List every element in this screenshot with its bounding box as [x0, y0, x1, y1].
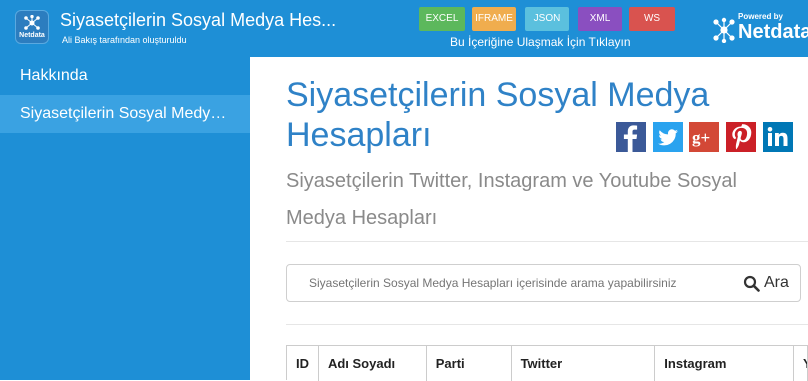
- netdata-brand: Netdata: [738, 21, 808, 43]
- svg-text:g+: g+: [692, 128, 710, 147]
- top-bar: Netdata Siyasetçilerin Sosyal Medya Hes.…: [0, 0, 808, 57]
- search-box: Ara: [286, 264, 801, 302]
- export-json-button[interactable]: JSON: [525, 7, 569, 31]
- pinterest-icon[interactable]: [726, 122, 756, 152]
- data-table-header: ID Adı Soyadı Parti Twitter Instagram Y: [286, 345, 808, 381]
- search-input[interactable]: [309, 265, 729, 301]
- twitter-icon[interactable]: [653, 122, 683, 152]
- export-excel-button[interactable]: EXCEL: [419, 7, 465, 31]
- page-subtitle: Siyasetçilerin Twitter, Instagram ve You…: [286, 170, 737, 229]
- search-button-label: Ara: [764, 274, 789, 291]
- search-icon: [743, 275, 760, 292]
- column-header-party[interactable]: Parti: [427, 346, 512, 381]
- export-ws-button[interactable]: WS: [629, 7, 675, 31]
- network-icon: [24, 15, 40, 30]
- linkedin-icon[interactable]: [763, 122, 793, 152]
- netdata-brand-icon: [713, 17, 735, 43]
- app-title[interactable]: Siyasetçilerin Sosyal Medya Hes...: [60, 10, 336, 31]
- page-title: Siyasetçilerin Sosyal Medya Hesapları: [286, 76, 710, 154]
- sidebar-item-social-accounts[interactable]: Siyasetçilerin Sosyal Medya Hesapları: [0, 95, 250, 133]
- facebook-icon[interactable]: [616, 122, 646, 152]
- export-note-link[interactable]: Bu İçeriğine Ulaşmak İçin Tıklayın: [450, 35, 631, 49]
- export-xml-button[interactable]: XML: [578, 7, 622, 31]
- column-header-twitter[interactable]: Twitter: [512, 346, 656, 381]
- column-header-instagram[interactable]: Instagram: [655, 346, 794, 381]
- logo-label: Netdata: [19, 32, 45, 39]
- divider: [286, 241, 808, 242]
- search-button[interactable]: Ara: [743, 271, 789, 295]
- app-author: Ali Bakış tarafından oluşturuldu: [62, 35, 187, 45]
- divider: [286, 324, 808, 325]
- powered-by-label: Powered by: [738, 12, 783, 21]
- google-plus-icon[interactable]: g+: [689, 122, 719, 152]
- sidebar-item-hakkinda[interactable]: Hakkında: [0, 57, 250, 95]
- export-iframe-button[interactable]: IFRAME: [472, 7, 516, 31]
- netdata-logo[interactable]: Netdata: [15, 10, 49, 44]
- sidebar-item-label: Hakkında: [20, 67, 88, 84]
- powered-by-netdata[interactable]: Powered by Netdata: [712, 12, 808, 46]
- column-header-name[interactable]: Adı Soyadı: [319, 346, 427, 381]
- sidebar: Hakkında Siyasetçilerin Sosyal Medya Hes…: [0, 57, 250, 380]
- sidebar-item-label: Siyasetçilerin Sosyal Medya Hesapları: [20, 105, 230, 122]
- column-header-youtube[interactable]: Y: [794, 346, 808, 381]
- column-header-id[interactable]: ID: [287, 346, 319, 381]
- main-content: Siyasetçilerin Sosyal Medya Hesapları g+…: [250, 57, 808, 381]
